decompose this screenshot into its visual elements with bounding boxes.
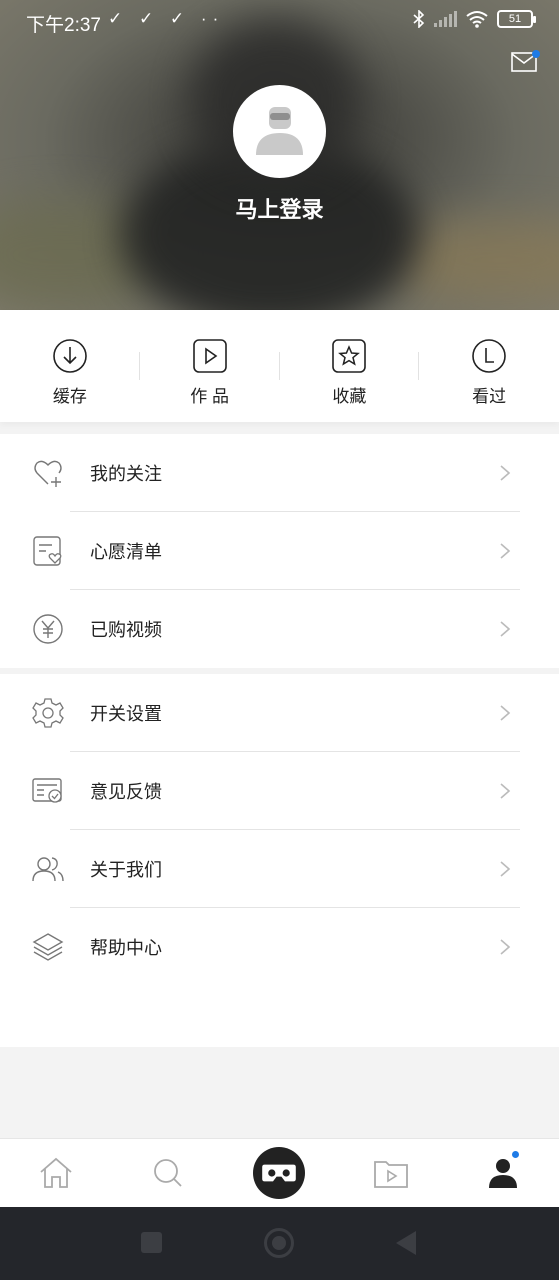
status-bar: 下午2:37 ✓ ✓ ✓ ·· 51 (0, 0, 559, 44)
tab-home[interactable] (0, 1139, 112, 1207)
vr-icon (262, 1164, 297, 1182)
vr-button[interactable] (253, 1147, 306, 1199)
menu-item-label: 关于我们 (90, 860, 162, 880)
menu-item-settings[interactable]: 开关设置 (0, 674, 559, 752)
menu-item-label: 已购视频 (90, 620, 162, 640)
quick-item-cache[interactable]: 缓存 (0, 310, 140, 422)
quick-item-label: 收藏 (332, 387, 367, 406)
quick-item-label: 缓存 (52, 387, 87, 406)
heart-plus-icon (34, 460, 62, 487)
history-icon (472, 339, 506, 373)
menu-group-settings: 开关设置 意见反馈 关于我们 帮助中心 (0, 674, 559, 1047)
play-square-icon (192, 339, 227, 373)
profile-icon (489, 1159, 518, 1188)
menu-item-about[interactable]: 关于我们 (0, 830, 559, 908)
chevron-right-icon (500, 465, 511, 481)
tab-profile[interactable] (447, 1139, 559, 1207)
menu-item-help[interactable]: 帮助中心 (0, 908, 559, 986)
menu-item-label: 心愿清单 (90, 542, 162, 562)
menu-item-label: 意见反馈 (90, 782, 162, 802)
quick-item-label: 看过 (472, 387, 507, 406)
notification-dot (532, 50, 540, 58)
recents-button[interactable] (141, 1232, 162, 1253)
notification-icons: ✓ ✓ ✓ ·· (108, 9, 225, 28)
quick-item-favorites[interactable]: 收藏 (280, 310, 420, 422)
chevron-right-icon (500, 939, 511, 955)
menu-item-wishlist[interactable]: 心愿清单 (0, 512, 559, 590)
yen-icon (33, 614, 63, 644)
profile-header: 下午2:37 ✓ ✓ ✓ ·· 51 马上登录 (0, 0, 559, 310)
menu-item-label: 开关设置 (90, 704, 162, 724)
chevron-right-icon (500, 783, 511, 799)
users-icon (32, 857, 64, 882)
chevron-right-icon (500, 861, 511, 877)
feedback-icon (32, 778, 62, 803)
bottom-tab-bar (0, 1138, 559, 1207)
menu-item-label: 帮助中心 (90, 938, 162, 958)
back-button[interactable] (396, 1231, 416, 1255)
chevron-right-icon (500, 621, 511, 637)
tab-search[interactable] (112, 1139, 224, 1207)
layers-icon (32, 933, 64, 961)
quick-item-history[interactable]: 看过 (419, 310, 559, 422)
quick-item-works[interactable]: 作 品 (140, 310, 280, 422)
system-navigation-bar (0, 1207, 559, 1280)
chevron-right-icon (500, 543, 511, 559)
quick-actions-bar: 缓存 作 品 收藏 看过 (0, 310, 559, 422)
search-icon (153, 1159, 182, 1187)
quick-item-label: 作 品 (190, 387, 229, 406)
avatar[interactable] (233, 85, 326, 178)
login-link[interactable]: 马上登录 (0, 192, 559, 224)
menu-item-purchased[interactable]: 已购视频 (0, 590, 559, 668)
bluetooth-icon (413, 10, 425, 28)
home-button[interactable] (264, 1228, 294, 1258)
tab-vr[interactable] (224, 1139, 336, 1207)
tab-videos[interactable] (335, 1139, 447, 1207)
avatar-placeholder-icon (256, 107, 303, 155)
menu-item-feedback[interactable]: 意见反馈 (0, 752, 559, 830)
status-time: 下午2:37 (26, 15, 101, 36)
menu-item-following[interactable]: 我的关注 (0, 434, 559, 512)
download-icon (53, 339, 87, 373)
chevron-right-icon (500, 705, 511, 721)
gear-icon (32, 698, 64, 728)
video-folder-icon (374, 1161, 409, 1188)
wifi-icon (466, 11, 488, 28)
star-icon (332, 339, 367, 373)
home-icon (40, 1157, 72, 1188)
signal-icon (434, 11, 457, 27)
menu-item-label: 我的关注 (90, 464, 162, 484)
battery-icon: 51 (497, 10, 536, 28)
menu-group-account: 我的关注 心愿清单 已购视频 (0, 434, 559, 668)
wishlist-icon (33, 536, 62, 566)
